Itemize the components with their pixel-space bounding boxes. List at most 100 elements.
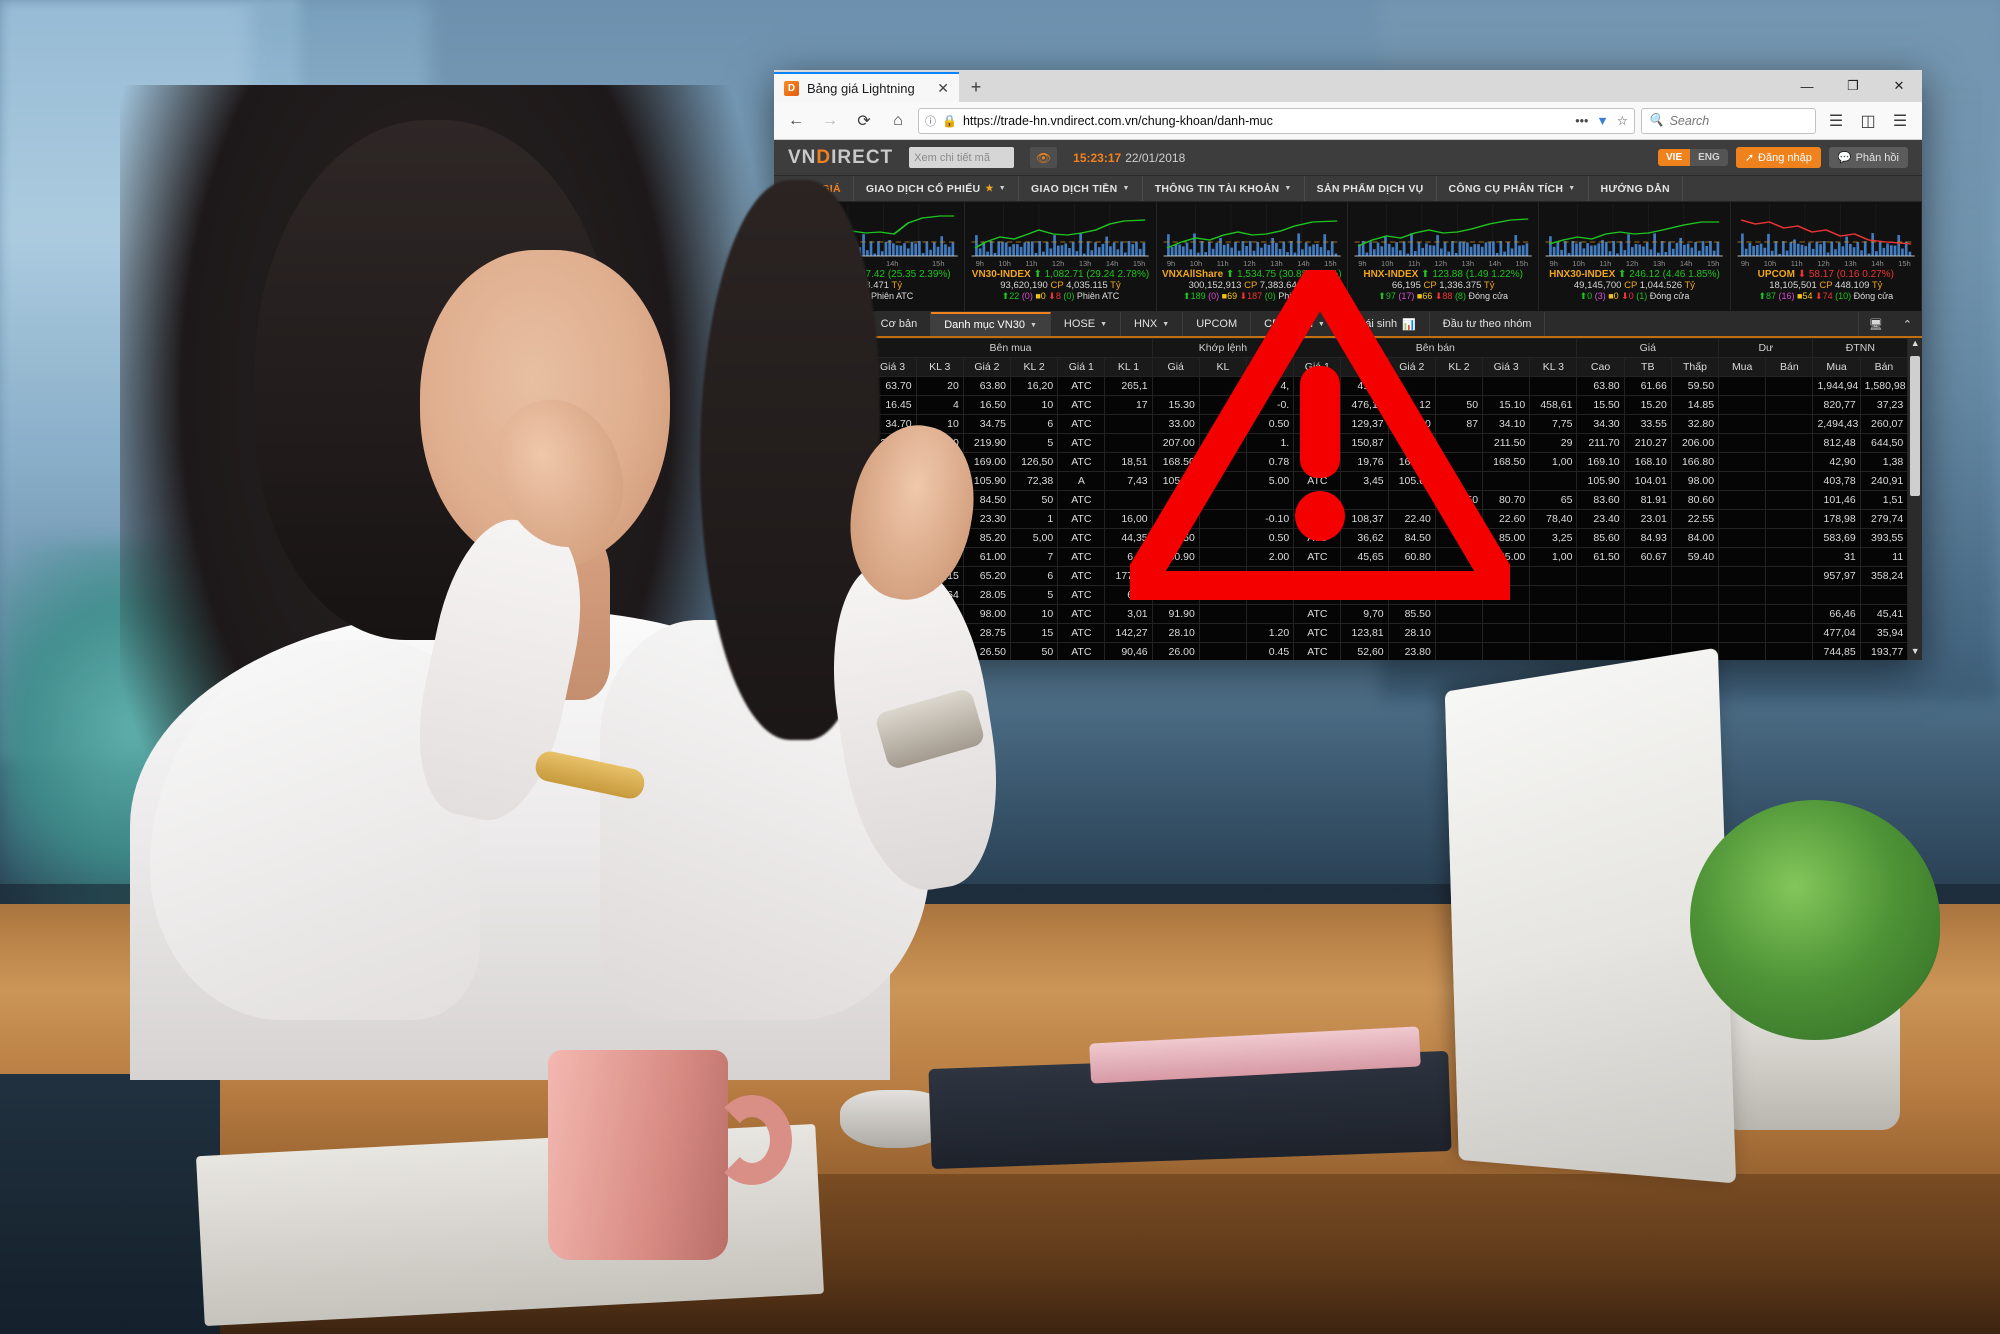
column-header-13[interactable]: Giá 2 [1387,357,1436,377]
price-board-head: Bên muaKhớp lệnhBên bánGiáDưĐTNN Mã CKTổ… [774,338,1909,377]
board-tab-2[interactable]: Danh mục VN30 ▼ [931,312,1051,336]
board-scrollbar[interactable]: ▲ ▼ [1908,338,1922,660]
menu-icon[interactable]: ☰ [1886,107,1914,135]
vndirect-logo[interactable]: VNDIRECT [788,147,893,169]
cell-lo: 22.55 [1670,509,1720,529]
monitor-icon[interactable]: 🖥 [1859,312,1893,336]
maximize-icon[interactable]: ❐ [1830,70,1876,102]
browser-tab-title: Bảng giá Lightning [807,80,915,96]
table-row[interactable]: 366,72416.45416.5010ATC1715.30-0.ATC476,… [774,395,1909,415]
close-icon[interactable]: ✕ [937,80,949,97]
column-header-17[interactable]: Cao [1576,357,1625,377]
column-header-18[interactable]: TB [1623,357,1672,377]
sidebar-icon[interactable]: ◫ [1854,107,1882,135]
cell-fmua [1812,585,1861,605]
feedback-button[interactable]: 💬 Phản hồi [1828,147,1908,168]
cell-mp: 28.10 [1151,623,1200,643]
nav-item-5[interactable]: CÔNG CỤ PHÂN TÍCH ▼ [1437,176,1589,201]
cell-mv [1198,490,1248,510]
decline-count: 8 [1055,291,1061,301]
column-header-9[interactable]: KL [1198,357,1248,377]
column-header-11[interactable]: Giá 1 [1293,357,1342,377]
board-tab-6[interactable]: CP ngành ▼ [1251,312,1339,336]
forward-icon[interactable]: → [816,107,844,135]
index-change: (29.24 2.78%) [1086,269,1150,280]
index-minichart [1734,204,1918,260]
nav-item-4[interactable]: SẢN PHẨM DỊCH VỤ [1305,176,1437,201]
index-volume-line: 300,152,913 CP 7,383.646 Tỷ [1160,280,1344,291]
column-header-6[interactable]: Giá 1 [1057,357,1106,377]
column-header-15[interactable]: Giá 3 [1482,357,1531,377]
back-icon[interactable]: ← [782,107,810,135]
board-tab-5[interactable]: UPCOM [1183,312,1252,336]
scroll-down-icon[interactable]: ▼ [1908,646,1922,660]
column-header-20[interactable]: Mua [1718,357,1767,377]
collapse-icon[interactable]: ⌃ [1893,312,1922,336]
board-tab-3[interactable]: HOSE ▼ [1051,312,1122,336]
nav-item-3[interactable]: THÔNG TIN TÀI KHOẢN ▼ [1143,176,1305,201]
reload-icon[interactable]: ⟳ [850,107,878,135]
column-header-12[interactable]: KL 1 [1340,357,1389,377]
column-header-10[interactable]: +/- [1246,357,1295,377]
window-close-icon[interactable]: ✕ [1876,70,1922,102]
table-row[interactable]: 183,74734.701034.756ATC33.000.500.50ATC1… [774,414,1909,434]
cell-avg: 60.67 [1623,547,1672,567]
minimize-icon[interactable]: ― [1784,70,1830,102]
scroll-up-icon[interactable]: ▲ [1908,338,1922,352]
column-header-23[interactable]: Bán [1859,357,1909,377]
cell-hi: 169.10 [1576,452,1625,472]
cell-b2p: 169.00 [962,452,1012,472]
time-tick: 12h [1243,259,1256,268]
column-header-3[interactable]: KL 3 [915,357,964,377]
board-tab-7[interactable]: Phái sinh 📊 [1339,312,1430,336]
code-search-input[interactable]: Xem chi tiết mã [909,147,1015,168]
nav-item-1[interactable]: GIAO DỊCH CỔ PHIẾU ★ ▼ [854,176,1020,201]
index-card-3[interactable]: 9h 10h 11h 12h 13h 14h 15h HNX-INDEX ⬆ 123.88 (… [1348,202,1540,311]
column-header-21[interactable]: Bán [1765,357,1814,377]
column-header-14[interactable]: KL 2 [1434,357,1484,377]
cell-dmua [1718,376,1767,396]
home-icon[interactable]: ⌂ [884,107,912,135]
cell-s3p [1482,376,1531,396]
cell-lo: 14.85 [1670,395,1720,415]
index-change: (30.88 2.05%) [1278,269,1342,280]
time-tick: 9h [1549,259,1558,268]
cell-fban: 393,55 [1859,528,1909,548]
address-bar[interactable]: ⓘ 🔒 https://trade-hn.vndirect.com.vn/chu… [918,107,1635,134]
cell-hi: 85.60 [1576,528,1625,548]
page-actions-icon[interactable]: ••• [1575,114,1588,128]
index-summary-line: HNX30-INDEX ⬆ 246.12 (4.46 1.85%) [1542,269,1726,280]
index-card-5[interactable]: 9h 10h 11h 12h 13h 14h 15h UPCOM ⬇ 58.17 (0.16 … [1731,202,1922,311]
bookmark-star-icon[interactable]: ☆ [1617,113,1628,128]
library-icon[interactable]: ☰ [1822,107,1850,135]
new-tab-button[interactable]: + [959,72,993,102]
info-icon[interactable]: ⓘ [925,113,936,129]
column-header-5[interactable]: KL 2 [1010,357,1059,377]
column-header-22[interactable]: Mua [1812,357,1861,377]
column-header-8[interactable]: Giá [1151,357,1200,377]
eye-icon[interactable]: 👁 [1030,147,1058,168]
pocket-icon[interactable]: ▼ [1596,114,1608,128]
column-header-4[interactable]: Giá 2 [962,357,1012,377]
browser-tab[interactable]: D Bảng giá Lightning ✕ [774,72,959,102]
login-button[interactable]: ➚ Đăng nhập [1735,147,1821,168]
board-tab-4[interactable]: HNX ▼ [1121,312,1184,336]
cell-fban: 193,77 [1859,642,1909,660]
scrollbar-thumb[interactable] [1910,356,1921,496]
browser-search-box[interactable]: 🔍 Search [1641,107,1816,134]
lang-eng[interactable]: ENG [1690,149,1728,166]
table-row[interactable]: 410,82263.702063.8016,20ATC265,14,ATC41,… [774,376,1909,396]
index-card-1[interactable]: 9h 10h 11h 12h 13h 14h 15h VN30-INDEX ⬆ 1,082.7… [965,202,1157,311]
index-card-4[interactable]: 9h 10h 11h 12h 13h 14h 15h HNX30-INDEX ⬆ 246.12… [1539,202,1731,311]
language-switch[interactable]: VIE ENG [1658,149,1728,166]
lang-vie[interactable]: VIE [1658,149,1691,166]
index-card-2[interactable]: 9h 10h 11h 12h 13h 14h 15h VNXAllShare ⬆ 1,534.… [1157,202,1348,311]
board-tab-8[interactable]: Đầu tư theo nhóm [1430,312,1546,336]
column-header-16[interactable]: KL 3 [1529,357,1578,377]
column-header-7[interactable]: KL 1 [1104,357,1153,377]
nav-item-6[interactable]: HƯỚNG DẪN [1589,176,1683,201]
cell-s2v [1434,452,1484,472]
column-header-19[interactable]: Thấp [1670,357,1720,377]
nav-item-2[interactable]: GIAO DỊCH TIỀN ▼ [1019,176,1143,201]
board-tab-1[interactable]: Cơ bản [868,312,932,336]
